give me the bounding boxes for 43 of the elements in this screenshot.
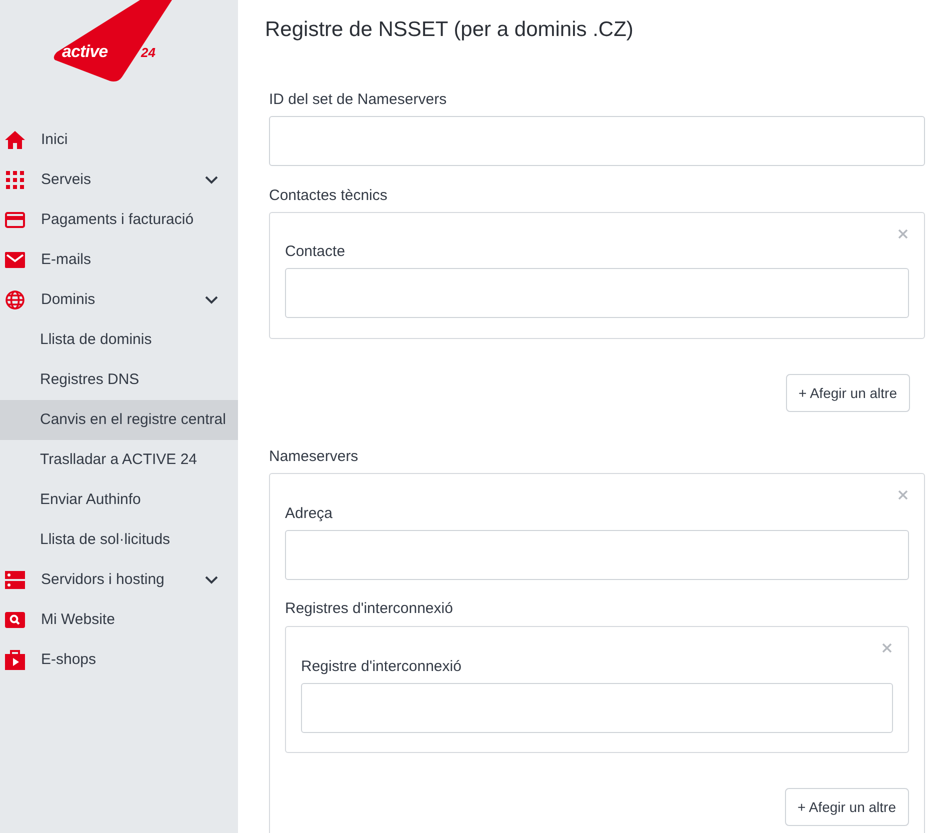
mail-icon: [5, 252, 25, 268]
field-label: ID del set de Nameservers: [269, 90, 448, 110]
field-label: Contactes tècnics: [269, 186, 388, 206]
input-field[interactable]: [269, 116, 925, 166]
field-label: Adreça: [285, 504, 334, 524]
shop-icon: [5, 650, 25, 670]
nav-subitem[interactable]: Llista de sol·licituds: [0, 520, 238, 560]
nav-item[interactable]: Pagaments i facturació: [0, 200, 238, 240]
input-field[interactable]: [285, 530, 909, 580]
nav-subitem[interactable]: Llista de dominis: [0, 320, 238, 360]
input-field[interactable]: [301, 683, 893, 733]
input-field[interactable]: [285, 268, 909, 318]
close-icon[interactable]: [898, 229, 908, 239]
close-icon[interactable]: [898, 490, 908, 500]
add-button[interactable]: + Afegir un altre: [786, 374, 910, 412]
field-label: Registres d'interconnexió: [285, 599, 454, 619]
nav-item[interactable]: Mi Website: [0, 600, 238, 640]
globe-icon: [5, 290, 25, 310]
card-icon: [5, 212, 25, 228]
nav-subitem[interactable]: Registres DNS: [0, 360, 238, 400]
field-label: Contacte: [285, 242, 346, 262]
chevron-icon[interactable]: [205, 176, 218, 184]
logo[interactable]: active 24: [0, 0, 238, 84]
close-icon[interactable]: [882, 643, 892, 653]
page-title: Registre de NSSET (per a dominis .CZ): [265, 17, 634, 43]
nav-item[interactable]: Dominis: [0, 280, 238, 320]
nav-item[interactable]: Serveis: [0, 160, 238, 200]
nav-item[interactable]: E-mails: [0, 240, 238, 280]
grid-icon: [6, 171, 24, 189]
nav-subitem[interactable]: Enviar Authinfo: [0, 480, 238, 520]
chevron-icon[interactable]: [205, 296, 218, 304]
search-icon: [5, 612, 25, 628]
home-icon: [5, 131, 25, 149]
nav-item[interactable]: Inici: [0, 120, 238, 160]
add-button[interactable]: + Afegir un altre: [784, 788, 909, 826]
field-label: Nameservers: [269, 447, 360, 467]
field-label: Registre d'interconnexió: [301, 657, 462, 677]
nav-item[interactable]: E-shops: [0, 640, 238, 680]
server-icon: [5, 571, 25, 589]
nav-subitem[interactable]: Traslladar a ACTIVE 24: [0, 440, 238, 480]
nav-subitem[interactable]: Canvis en el registre central: [0, 400, 238, 440]
nav-item[interactable]: Servidors i hosting: [0, 560, 238, 600]
chevron-icon[interactable]: [205, 576, 218, 584]
